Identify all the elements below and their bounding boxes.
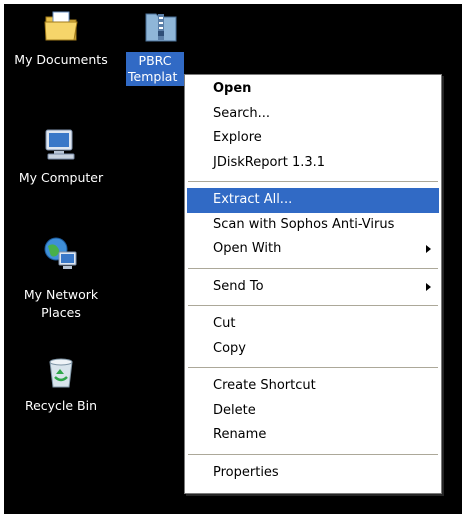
menu-separator [188,267,438,269]
menu-item-scan-sophos[interactable]: Scan with Sophos Anti-Virus [187,213,439,238]
menu-separator [188,305,438,306]
menu-separator [188,367,438,368]
menu-item-send-to[interactable]: Send To [187,275,439,300]
submenu-arrow-icon [426,282,431,291]
menu-item-label: Send To [213,278,264,294]
menu-item-label: Open With [213,241,282,256]
menu-separator [188,181,438,182]
desktop-icon-my-documents[interactable]: My Documents [6,8,116,69]
menu-item-search[interactable]: Search... [187,102,439,127]
network-places-icon [43,236,79,272]
desktop-icon-label: My Documents [14,52,108,67]
desktop-icon-my-network-places[interactable]: My Network Places [6,236,116,322]
menu-separator [188,453,438,455]
menu-item-delete[interactable]: Delete [187,399,439,424]
menu-item-explore[interactable]: Explore [187,126,439,151]
context-menu: Open Search... Explore JDiskReport 1.3.1… [184,74,442,494]
desktop[interactable]: My Documents PBRC Templat My Computer My… [4,4,462,514]
zip-folder-icon [143,8,179,44]
recycle-bin-icon [43,354,79,390]
desktop-icon-my-computer[interactable]: My Computer [6,126,116,187]
menu-item-extract-all[interactable]: Extract All... [187,188,439,213]
desktop-icon-recycle-bin[interactable]: Recycle Bin [6,354,116,415]
menu-item-copy[interactable]: Copy [187,337,439,362]
desktop-icon-label: Recycle Bin [24,398,98,413]
desktop-icon-label: PBRC Templat [126,52,184,86]
submenu-arrow-icon [426,245,431,253]
desktop-icon-label: My Network Places [23,287,99,320]
computer-icon [43,126,79,162]
desktop-icon-label: My Computer [18,170,104,185]
folder-documents-icon [43,8,79,44]
menu-item-jdiskreport[interactable]: JDiskReport 1.3.1 [187,151,439,176]
menu-item-rename[interactable]: Rename [187,423,439,448]
menu-item-cut[interactable]: Cut [187,312,439,337]
menu-item-open[interactable]: Open [187,77,439,102]
menu-item-create-shortcut[interactable]: Create Shortcut [187,374,439,399]
menu-item-properties[interactable]: Properties [187,461,439,486]
menu-item-open-with[interactable]: Open With [187,237,439,262]
